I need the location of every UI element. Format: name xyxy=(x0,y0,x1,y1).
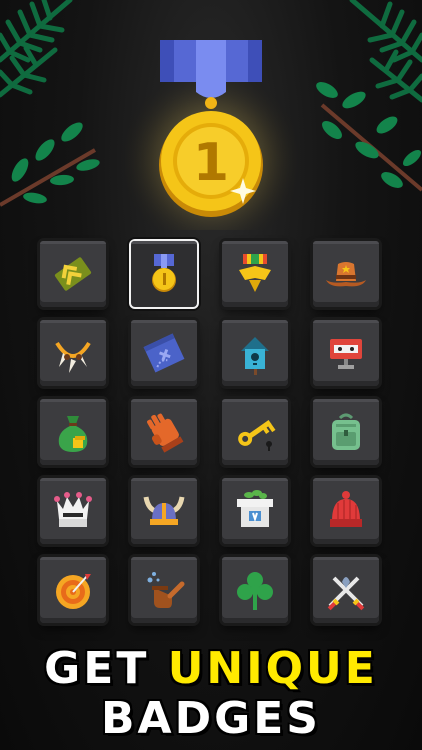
rank-chevrons-badge-icon xyxy=(54,257,92,291)
badge-treasure-map[interactable] xyxy=(131,320,197,386)
badge-birdhouse[interactable] xyxy=(222,320,288,386)
badge-claw-necklace[interactable] xyxy=(40,320,106,386)
caption-word-unique: UNIQUE xyxy=(167,643,378,694)
badge-crown[interactable] xyxy=(40,478,106,544)
badge-clover[interactable] xyxy=(222,557,288,623)
target-badge-icon xyxy=(56,574,91,609)
badge-target[interactable] xyxy=(40,557,106,623)
caption-line-2: BADGES xyxy=(0,693,422,744)
caption-line-1: GET UNIQUE xyxy=(0,643,422,694)
viking-helmet-badge-icon xyxy=(143,496,185,525)
caption-word-get: GET xyxy=(44,643,150,694)
backpack-badge-icon xyxy=(332,413,360,450)
badge-golden-key[interactable] xyxy=(222,399,288,465)
military-order-badge-icon xyxy=(239,254,271,292)
badge-viking-helmet[interactable] xyxy=(131,478,197,544)
medal-badge-icon xyxy=(152,254,176,292)
golden-key-badge-icon xyxy=(238,420,276,451)
featured-medal-icon: 1 xyxy=(116,40,306,230)
badge-military-order[interactable] xyxy=(222,241,288,307)
badge-flower-pot[interactable] xyxy=(222,478,288,544)
medal-number: 1 xyxy=(193,133,229,193)
badge-robot-head[interactable] xyxy=(313,320,379,386)
clover-badge-icon xyxy=(237,572,273,610)
badge-knit-hat[interactable] xyxy=(313,478,379,544)
badge-tobacco-pipe[interactable] xyxy=(131,557,197,623)
badge-crossed-swords[interactable] xyxy=(313,557,379,623)
badge-cowboy-hat[interactable] xyxy=(313,241,379,307)
badge-grid xyxy=(40,241,380,623)
crown-badge-icon xyxy=(54,492,92,527)
tobacco-pipe-badge-icon xyxy=(147,572,185,608)
claw-necklace-badge-icon xyxy=(55,341,91,373)
birdhouse-badge-icon xyxy=(241,337,269,375)
knit-hat-badge-icon xyxy=(330,491,362,527)
badge-backpack[interactable] xyxy=(313,399,379,465)
badge-rank-chevrons[interactable] xyxy=(40,241,106,307)
treasure-map-badge-icon xyxy=(143,333,185,373)
flower-pot-badge-icon xyxy=(237,490,273,527)
badge-money-bag[interactable] xyxy=(40,399,106,465)
badge-leather-glove[interactable] xyxy=(131,399,197,465)
cowboy-hat-badge-icon xyxy=(326,262,366,287)
crossed-swords-badge-icon xyxy=(327,576,365,611)
money-bag-badge-icon xyxy=(58,416,88,452)
badge-medal[interactable] xyxy=(131,241,197,307)
caption-word-badges: BADGES xyxy=(101,693,321,744)
robot-head-badge-icon xyxy=(330,339,362,369)
leather-glove-badge-icon xyxy=(147,413,184,453)
